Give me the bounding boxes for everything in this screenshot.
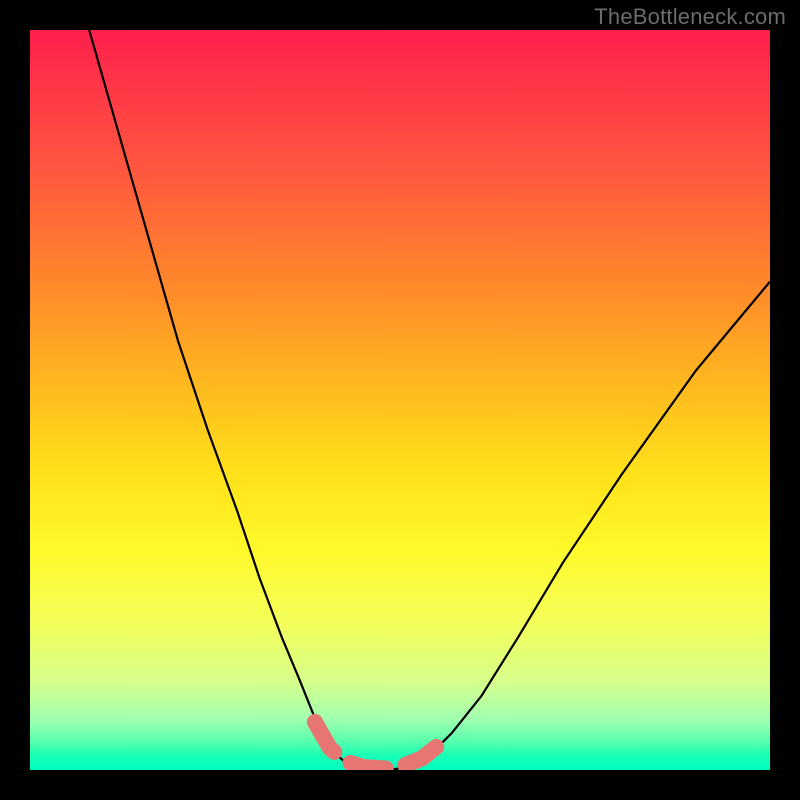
main-curve [89,30,770,770]
chart-frame: TheBottleneck.com [0,0,800,800]
highlight-segment [315,722,437,769]
watermark-text: TheBottleneck.com [594,4,786,30]
chart-overlay [30,30,770,770]
plot-area [30,30,770,770]
